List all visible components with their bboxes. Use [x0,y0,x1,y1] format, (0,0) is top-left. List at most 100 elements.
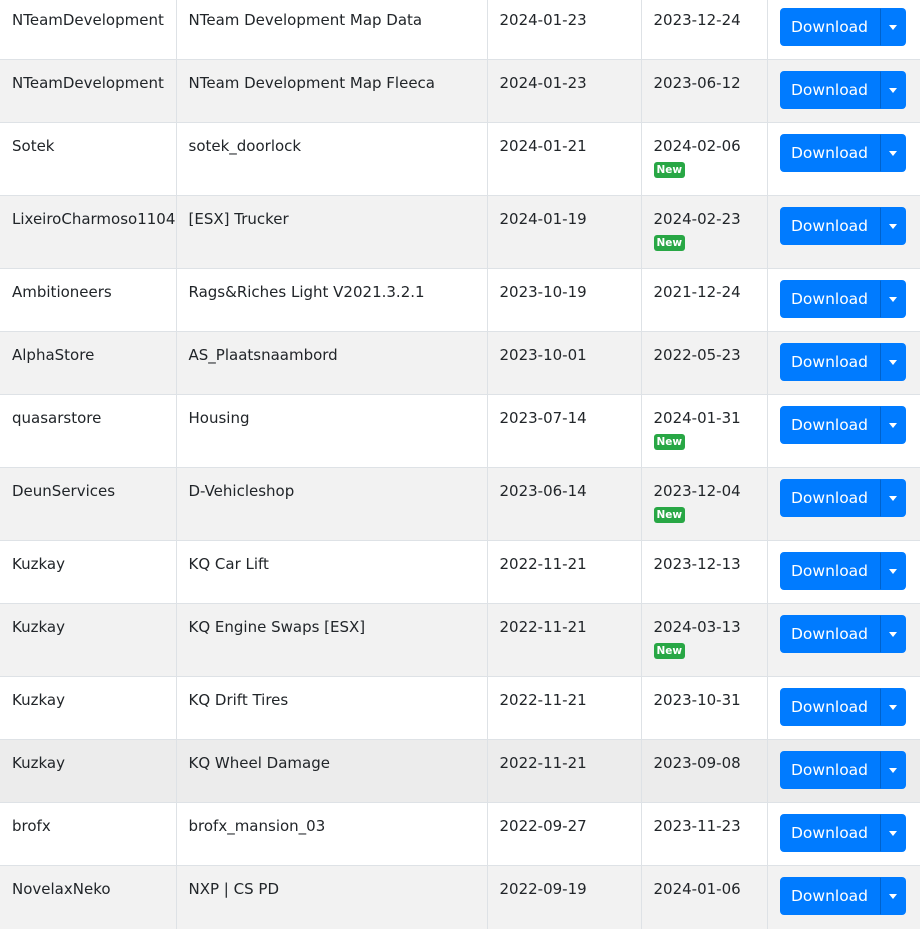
download-button[interactable]: Download [779,877,880,915]
author-cell: Kuzkay [0,676,176,740]
released-date-cell: 2023-07-14 [486,394,641,468]
resource-name-cell: Rags&Riches Light V2021.3.2.1 [175,268,487,332]
author-cell: Sotek [0,122,176,196]
action-cell: Download [766,865,920,929]
action-cell: Download [766,59,920,123]
updated-date-text: 2024-01-31 [653,409,741,427]
updated-date-text: 2023-12-13 [653,555,741,573]
resource-name-cell: KQ Wheel Damage [175,739,487,803]
updated-date-cell: 2023-12-24 [640,0,767,60]
caret-down-icon [888,25,897,30]
author-cell: brofx [0,802,176,866]
download-button[interactable]: Download [779,134,880,172]
download-button[interactable]: Download [779,479,880,517]
action-cell: Download [766,802,920,866]
resource-name-cell: NTeam Development Map Data [175,0,487,60]
table-row: LixeiroCharmoso1104 [ESX] Trucker 2024-01-… [0,195,920,269]
download-button-group: Download [779,615,906,653]
table-row: Kuzkay KQ Car Lift 2022-11-21 2023-12-13 Dow… [0,540,920,604]
download-dropdown-toggle[interactable] [879,207,906,245]
download-button[interactable]: Download [779,71,880,109]
download-dropdown-toggle[interactable] [879,615,906,653]
download-button[interactable]: Download [779,8,880,46]
resource-name-cell: AS_Plaatsnaambord [175,331,487,395]
download-button[interactable]: Download [779,406,880,444]
author-cell: Ambitioneers [0,268,176,332]
download-button[interactable]: Download [779,280,880,318]
author-cell: AlphaStore [0,331,176,395]
download-button-group: Download [779,552,906,590]
author-cell: quasarstore [0,394,176,468]
updated-date-text: 2022-05-23 [653,346,741,364]
download-dropdown-toggle[interactable] [879,134,906,172]
resource-name-cell: brofx_mansion_03 [175,802,487,866]
author-cell: NTeamDevelopment [0,0,176,60]
caret-down-icon [888,151,897,156]
download-dropdown-toggle[interactable] [879,552,906,590]
caret-down-icon [888,831,897,836]
updated-date-cell: 2024-02-23 New [640,195,767,269]
new-badge: New [653,162,686,178]
table-row: Kuzkay KQ Wheel Damage 2022-11-21 2023-09-0… [0,739,920,803]
table-row: NovelaxNeko NXP | CS PD 2022-09-19 2024-01-… [0,865,920,929]
download-button[interactable]: Download [779,688,880,726]
download-button[interactable]: Download [779,207,880,245]
download-dropdown-toggle[interactable] [879,479,906,517]
resources-table: NTeamDevelopment NTeam Development Map Da… [0,0,920,929]
table-row: Sotek sotek_doorlock 2024-01-21 2024-02-06 N… [0,122,920,196]
author-cell: DeunServices [0,467,176,541]
released-date-cell: 2022-09-27 [486,802,641,866]
download-dropdown-toggle[interactable] [879,8,906,46]
updated-date-text: 2021-12-24 [653,283,741,301]
download-button-group: Download [779,280,906,318]
updated-date-text: 2023-10-31 [653,691,741,709]
resource-name-cell: D-Vehicleshop [175,467,487,541]
caret-down-icon [888,705,897,710]
table-row: quasarstore Housing 2023-07-14 2024-01-31 Ne… [0,394,920,468]
resource-name-cell: KQ Drift Tires [175,676,487,740]
download-button-group: Download [779,479,906,517]
released-date-cell: 2024-01-21 [486,122,641,196]
download-button-group: Download [779,8,906,46]
action-cell: Download [766,676,920,740]
updated-date-cell: 2023-12-04 New [640,467,767,541]
download-dropdown-toggle[interactable] [879,751,906,789]
released-date-cell: 2024-01-23 [486,59,641,123]
download-button[interactable]: Download [779,343,880,381]
download-button[interactable]: Download [779,552,880,590]
download-dropdown-toggle[interactable] [879,280,906,318]
table-row: DeunServices D-Vehicleshop 2023-06-14 2023-… [0,467,920,541]
resource-name-cell: Housing [175,394,487,468]
download-button-group: Download [779,877,906,915]
download-dropdown-toggle[interactable] [879,877,906,915]
author-cell: Kuzkay [0,603,176,677]
table-row: brofx brofx_mansion_03 2022-09-27 2023-11-2… [0,802,920,866]
updated-date-cell: 2023-10-31 [640,676,767,740]
new-badge: New [653,643,686,659]
caret-down-icon [888,224,897,229]
new-badge: New [653,235,686,251]
released-date-cell: 2022-11-21 [486,739,641,803]
updated-date-text: 2024-03-13 [653,618,741,636]
download-dropdown-toggle[interactable] [879,343,906,381]
download-dropdown-toggle[interactable] [879,71,906,109]
action-cell: Download [766,467,920,541]
updated-date-cell: 2021-12-24 [640,268,767,332]
resource-name-cell: KQ Car Lift [175,540,487,604]
download-dropdown-toggle[interactable] [879,406,906,444]
released-date-cell: 2024-01-23 [486,0,641,60]
updated-date-cell: 2024-02-06 New [640,122,767,196]
released-date-cell: 2022-11-21 [486,676,641,740]
released-date-cell: 2024-01-19 [486,195,641,269]
download-button-group: Download [779,688,906,726]
download-button[interactable]: Download [779,814,880,852]
caret-down-icon [888,632,897,637]
updated-date-cell: 2024-01-31 New [640,394,767,468]
download-button[interactable]: Download [779,615,880,653]
table-row: NTeamDevelopment NTeam Development Map Da… [0,0,920,60]
download-button[interactable]: Download [779,751,880,789]
updated-date-cell: 2022-05-23 [640,331,767,395]
download-dropdown-toggle[interactable] [879,814,906,852]
download-dropdown-toggle[interactable] [879,688,906,726]
caret-down-icon [888,297,897,302]
